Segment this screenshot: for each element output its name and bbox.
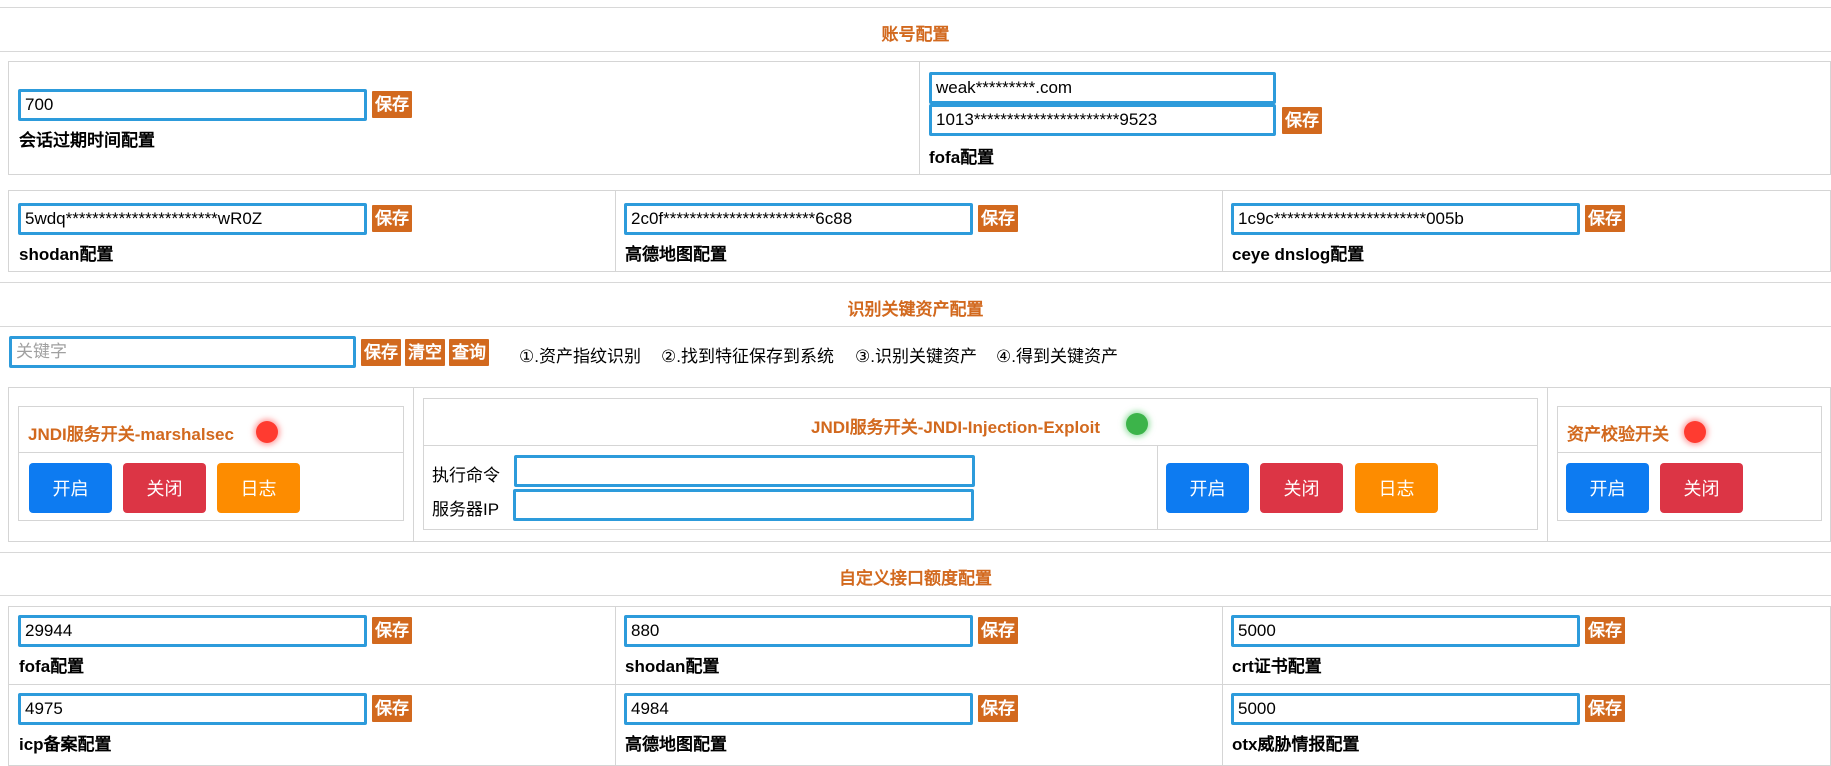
save-button[interactable]: 保存	[978, 205, 1018, 232]
fofa-quota-label: fofa配置	[19, 657, 85, 676]
session-timeout-label: 会话过期时间配置	[19, 131, 155, 150]
ceye-config-label: ceye dnslog配置	[1232, 245, 1365, 264]
section-title-asset: 识别关键资产配置	[847, 300, 984, 319]
cell-divider	[919, 62, 920, 174]
cell-divider	[615, 191, 616, 271]
row-divider	[8, 684, 1831, 685]
query-button[interactable]: 查询	[449, 339, 489, 366]
amap-config-label: 高德地图配置	[625, 245, 727, 264]
ceye-key-input[interactable]	[1231, 203, 1580, 235]
crt-quota-input[interactable]	[1231, 615, 1580, 647]
save-button[interactable]: 保存	[372, 205, 412, 232]
status-indicator	[256, 421, 278, 443]
stop-button[interactable]: 关闭	[1260, 463, 1343, 513]
cell-divider	[413, 388, 414, 541]
shodan-config-label: shodan配置	[19, 245, 114, 264]
amap-key-input[interactable]	[624, 203, 973, 235]
section-divider	[0, 51, 1831, 52]
cell-divider	[1222, 607, 1223, 765]
icp-quota-input[interactable]	[18, 693, 367, 725]
jndi-exploit-title: JNDI服务开关-JNDI-Injection-Exploit	[811, 418, 1101, 437]
fofa-config-label: fofa配置	[929, 148, 995, 167]
amap-quota-input[interactable]	[624, 693, 973, 725]
start-button[interactable]: 开启	[1566, 463, 1649, 513]
save-button[interactable]: 保存	[1585, 617, 1625, 644]
section-divider	[0, 552, 1831, 553]
cell-divider	[615, 607, 616, 765]
icp-quota-label: icp备案配置	[19, 735, 112, 754]
save-button[interactable]: 保存	[978, 617, 1018, 644]
asset-check-title: 资产校验开关	[1567, 425, 1669, 444]
step-text: ③.识别关键资产	[855, 347, 977, 366]
shodan-quota-input[interactable]	[624, 615, 973, 647]
stop-button[interactable]: 关闭	[1660, 463, 1743, 513]
status-indicator	[1684, 421, 1706, 443]
section-title-account: 账号配置	[881, 25, 950, 44]
keyword-input[interactable]	[9, 336, 356, 368]
step-text: ①.资产指纹识别	[519, 347, 641, 366]
save-button[interactable]: 保存	[361, 339, 401, 366]
section-divider	[0, 7, 1831, 8]
fofa-key-input[interactable]	[929, 104, 1276, 136]
clear-button[interactable]: 清空	[405, 339, 445, 366]
cell-divider	[1157, 445, 1158, 530]
shodan-key-input[interactable]	[18, 203, 367, 235]
save-button[interactable]: 保存	[1585, 205, 1625, 232]
save-button[interactable]: 保存	[978, 695, 1018, 722]
section-divider	[0, 282, 1831, 283]
cell-divider	[1547, 388, 1548, 541]
fofa-email-input[interactable]	[929, 72, 1276, 104]
step-text: ④.得到关键资产	[996, 347, 1118, 366]
save-button[interactable]: 保存	[372, 617, 412, 644]
command-label: 执行命令	[432, 466, 500, 485]
section-divider	[0, 595, 1831, 596]
section-title-quota: 自定义接口额度配置	[839, 569, 992, 588]
start-button[interactable]: 开启	[1166, 463, 1249, 513]
server-ip-label: 服务器IP	[432, 500, 500, 519]
command-input[interactable]	[514, 455, 975, 487]
fofa-quota-input[interactable]	[18, 615, 367, 647]
otx-quota-input[interactable]	[1231, 693, 1580, 725]
shodan-quota-label: shodan配置	[625, 657, 720, 676]
save-button[interactable]: 保存	[1585, 695, 1625, 722]
cell-divider	[1222, 191, 1223, 271]
jndi-marshalsec-title: JNDI服务开关-marshalsec	[28, 425, 234, 444]
amap-quota-label: 高德地图配置	[625, 735, 727, 754]
log-button[interactable]: 日志	[217, 463, 300, 513]
session-timeout-input[interactable]	[18, 89, 367, 121]
save-button[interactable]: 保存	[372, 695, 412, 722]
status-indicator	[1126, 413, 1148, 435]
stop-button[interactable]: 关闭	[123, 463, 206, 513]
crt-quota-label: crt证书配置	[1232, 657, 1322, 676]
section-divider	[0, 326, 1831, 327]
panel-divider	[423, 445, 1538, 446]
step-text: ②.找到特征保存到系统	[661, 347, 834, 366]
panel-divider	[1557, 452, 1822, 453]
otx-quota-label: otx威胁情报配置	[1232, 735, 1360, 754]
log-button[interactable]: 日志	[1355, 463, 1438, 513]
server-ip-input[interactable]	[513, 489, 974, 521]
save-button[interactable]: 保存	[1282, 107, 1322, 134]
save-button[interactable]: 保存	[372, 91, 412, 118]
start-button[interactable]: 开启	[29, 463, 112, 513]
panel-divider	[18, 452, 404, 453]
